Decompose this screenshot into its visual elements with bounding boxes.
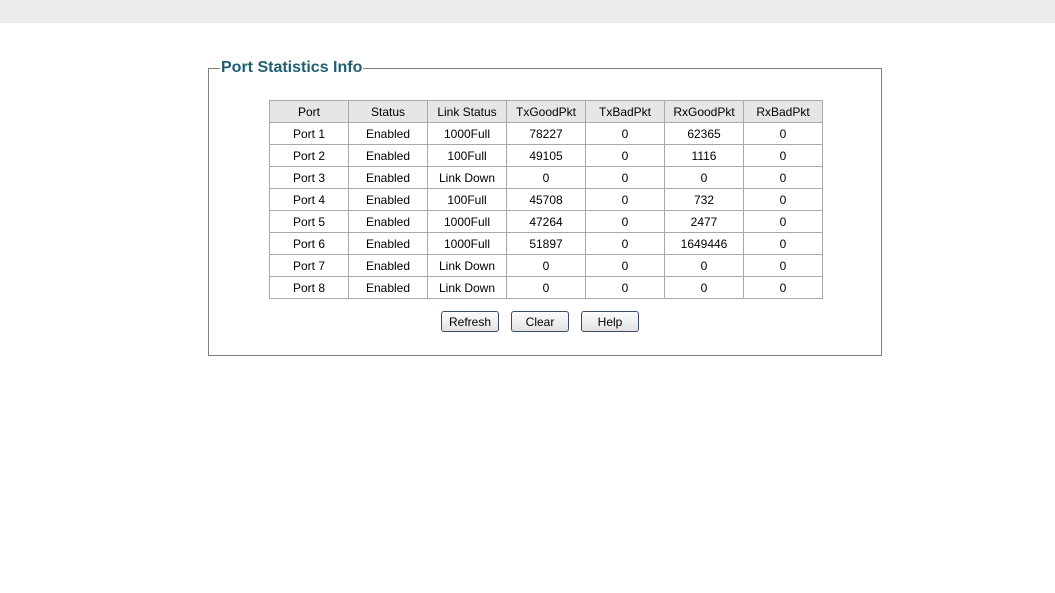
table-row: Port 3 Enabled Link Down 0 0 0 0	[269, 166, 823, 189]
clear-button[interactable]: Clear	[511, 311, 569, 332]
port-cell: Port 4	[269, 188, 349, 211]
table-row: Port 4 Enabled 100Full 45708 0 732 0	[269, 188, 823, 211]
tx-bad-pkt-cell: 0	[585, 188, 665, 211]
link-status-cell: 100Full	[427, 188, 507, 211]
table-row: Port 6 Enabled 1000Full 51897 0 1649446 …	[269, 232, 823, 255]
rx-bad-pkt-cell: 0	[743, 210, 823, 233]
rx-good-pkt-cell: 0	[664, 166, 744, 189]
port-cell: Port 5	[269, 210, 349, 233]
status-cell: Enabled	[348, 188, 428, 211]
rx-good-pkt-cell: 0	[664, 254, 744, 277]
table-row: Port 8 Enabled Link Down 0 0 0 0	[269, 276, 823, 299]
tx-good-pkt-cell: 49105	[506, 144, 586, 167]
tx-good-pkt-cell: 51897	[506, 232, 586, 255]
status-cell: Enabled	[348, 276, 428, 299]
table-row: Port 2 Enabled 100Full 49105 0 1116 0	[269, 144, 823, 167]
rx-bad-pkt-cell: 0	[743, 166, 823, 189]
column-header-rx-bad-pkt: RxBadPkt	[743, 100, 823, 123]
port-cell: Port 1	[269, 122, 349, 145]
table-row: Port 7 Enabled Link Down 0 0 0 0	[269, 254, 823, 277]
table-header-row: Port Status Link Status TxGoodPkt TxBadP…	[269, 100, 823, 123]
link-status-cell: 100Full	[427, 144, 507, 167]
tx-bad-pkt-cell: 0	[585, 210, 665, 233]
rx-bad-pkt-cell: 0	[743, 144, 823, 167]
port-cell: Port 7	[269, 254, 349, 277]
column-header-rx-good-pkt: RxGoodPkt	[664, 100, 744, 123]
help-button[interactable]: Help	[581, 311, 639, 332]
status-cell: Enabled	[348, 122, 428, 145]
rx-good-pkt-cell: 732	[664, 188, 744, 211]
column-header-link-status: Link Status	[427, 100, 507, 123]
link-status-cell: 1000Full	[427, 122, 507, 145]
table-row: Port 5 Enabled 1000Full 47264 0 2477 0	[269, 210, 823, 233]
tx-good-pkt-cell: 78227	[506, 122, 586, 145]
status-cell: Enabled	[348, 144, 428, 167]
port-cell: Port 2	[269, 144, 349, 167]
status-cell: Enabled	[348, 166, 428, 189]
status-cell: Enabled	[348, 254, 428, 277]
port-cell: Port 8	[269, 276, 349, 299]
table-row: Port 1 Enabled 1000Full 78227 0 62365 0	[269, 122, 823, 145]
tx-bad-pkt-cell: 0	[585, 276, 665, 299]
tx-bad-pkt-cell: 0	[585, 166, 665, 189]
link-status-cell: 1000Full	[427, 210, 507, 233]
column-header-status: Status	[348, 100, 428, 123]
status-cell: Enabled	[348, 232, 428, 255]
link-status-cell: Link Down	[427, 254, 507, 277]
tx-good-pkt-cell: 0	[506, 254, 586, 277]
tx-good-pkt-cell: 0	[506, 166, 586, 189]
link-status-cell: 1000Full	[427, 232, 507, 255]
tx-good-pkt-cell: 45708	[506, 188, 586, 211]
rx-good-pkt-cell: 2477	[664, 210, 744, 233]
rx-bad-pkt-cell: 0	[743, 276, 823, 299]
tx-bad-pkt-cell: 0	[585, 122, 665, 145]
link-status-cell: Link Down	[427, 276, 507, 299]
rx-good-pkt-cell: 1116	[664, 144, 744, 167]
port-cell: Port 3	[269, 166, 349, 189]
top-bar	[0, 0, 1055, 23]
rx-bad-pkt-cell: 0	[743, 188, 823, 211]
tx-good-pkt-cell: 47264	[506, 210, 586, 233]
rx-good-pkt-cell: 0	[664, 276, 744, 299]
rx-good-pkt-cell: 62365	[664, 122, 744, 145]
tx-bad-pkt-cell: 0	[585, 232, 665, 255]
column-header-tx-good-pkt: TxGoodPkt	[506, 100, 586, 123]
port-cell: Port 6	[269, 232, 349, 255]
panel-title: Port Statistics Info	[220, 58, 364, 78]
status-cell: Enabled	[348, 210, 428, 233]
column-header-tx-bad-pkt: TxBadPkt	[585, 100, 665, 123]
link-status-cell: Link Down	[427, 166, 507, 189]
column-header-port: Port	[269, 100, 349, 123]
rx-bad-pkt-cell: 0	[743, 122, 823, 145]
refresh-button[interactable]: Refresh	[441, 311, 499, 332]
rx-bad-pkt-cell: 0	[743, 232, 823, 255]
port-statistics-table: Port Status Link Status TxGoodPkt TxBadP…	[269, 100, 823, 299]
tx-bad-pkt-cell: 0	[585, 254, 665, 277]
rx-good-pkt-cell: 1649446	[664, 232, 744, 255]
tx-bad-pkt-cell: 0	[585, 144, 665, 167]
tx-good-pkt-cell: 0	[506, 276, 586, 299]
rx-bad-pkt-cell: 0	[743, 254, 823, 277]
